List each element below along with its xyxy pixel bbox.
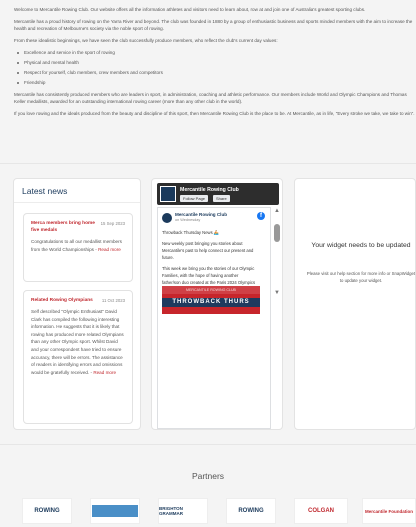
news-date: 11 Oct 2023 (101, 298, 125, 303)
post-image-title: THROWBACK THURS (162, 298, 260, 307)
widget-update-message: Please visit our help section for more i… (306, 271, 416, 283)
facebook-feed-widget: Mercantile Rowing Club Follow Page Share… (151, 178, 283, 430)
partner-logo-mercantile-foundation[interactable]: Mercantile Foundation (362, 498, 416, 524)
news-card: Merca members bring home five medals 15 … (23, 213, 133, 282)
partner-logo-colgan[interactable]: COLGAN (294, 498, 348, 524)
partners-title: Partners (191, 471, 225, 481)
intro-paragraph: Welcome to Mercantile Rowing Club. Our w… (14, 7, 366, 12)
news-date: 15 Sep 2023 (100, 221, 125, 226)
values-list: Excellence and service in the sport of r… (14, 49, 416, 86)
facebook-banner-name[interactable]: Mercantile Rowing Club (180, 187, 239, 193)
intro-paragraph: If you love rowing and the ideals produc… (14, 111, 415, 116)
partner-logo-blue[interactable] (90, 498, 140, 524)
partner-logo-rowing-2[interactable]: ROWING (226, 498, 276, 524)
facebook-page-banner[interactable]: Mercantile Rowing Club Follow Page Share (157, 183, 279, 205)
scrollbar[interactable]: ▲ ▼ (273, 207, 281, 307)
value-item: Physical and mental health (14, 59, 416, 66)
intro-paragraph: Mercantile has a proud history of rowing… (14, 19, 413, 31)
partner-logo-blue-fill (92, 505, 138, 517)
scrollbar-thumb[interactable] (274, 224, 280, 242)
news-body: Self described "Olympic Enthusiast" Davi… (31, 309, 124, 375)
scroll-down-icon[interactable]: ▼ (273, 289, 281, 297)
facebook-icon[interactable]: f (257, 212, 265, 220)
news-body: Congratulations to all our medallist mem… (31, 239, 122, 252)
partner-logos: ROWING BRIGHTON GRAMMAR ROWING COLGAN Me… (0, 498, 416, 524)
partner-logo-rowing[interactable]: ROWING (22, 498, 72, 524)
value-item: Friendship (14, 79, 416, 86)
section-divider (0, 444, 416, 445)
post-paragraph: New weekly post bringing you stories abo… (162, 241, 254, 260)
post-image-strip: MERCANTILE ROWING CLUB (162, 286, 260, 294)
intro-text: Welcome to Mercantile Rowing Club. Our w… (14, 6, 416, 122)
partner-logo-brighton[interactable]: BRIGHTON GRAMMAR (158, 498, 208, 524)
latest-news-panel: Latest news Merca members bring home fiv… (13, 178, 141, 430)
news-card: Related Rowing Olympians 11 Oct 2023 Sel… (23, 290, 133, 424)
value-item: Excellence and service in the sport of r… (14, 49, 416, 56)
intro-paragraph: Mercantile has consistently produced mem… (14, 92, 407, 104)
intro-paragraph: From these idealistic beginnings, we hav… (14, 38, 278, 43)
news-title-link[interactable]: Merca members bring home five medals (31, 220, 97, 234)
post-page-name[interactable]: Mercantile Rowing Club (175, 212, 227, 217)
facebook-post: Mercantile Rowing Club on Wednesday f Th… (157, 207, 271, 429)
news-title-link[interactable]: Related Rowing Olympians (31, 297, 97, 304)
post-paragraph: Throwback Thursday News 🚣 (162, 230, 220, 235)
post-time[interactable]: on Wednesday (175, 218, 200, 222)
scroll-up-icon[interactable]: ▲ (273, 207, 281, 215)
snapwidget-panel: Your widget needs to be updated Please v… (294, 178, 416, 430)
section-divider (0, 163, 416, 164)
widget-update-title: Your widget needs to be updated (311, 242, 411, 249)
latest-news-title: Latest news (14, 179, 140, 203)
club-logo (160, 186, 176, 202)
value-item: Respect for yourself, club members, crew… (14, 69, 416, 76)
read-more-link[interactable]: Read more (93, 370, 116, 375)
read-more-link[interactable]: Read more (98, 247, 121, 252)
share-button[interactable]: Share (213, 195, 230, 202)
avatar[interactable] (162, 213, 172, 223)
post-image[interactable]: MERCANTILE ROWING CLUB THROWBACK THURS (162, 286, 260, 314)
follow-page-button[interactable]: Follow Page (180, 195, 209, 202)
